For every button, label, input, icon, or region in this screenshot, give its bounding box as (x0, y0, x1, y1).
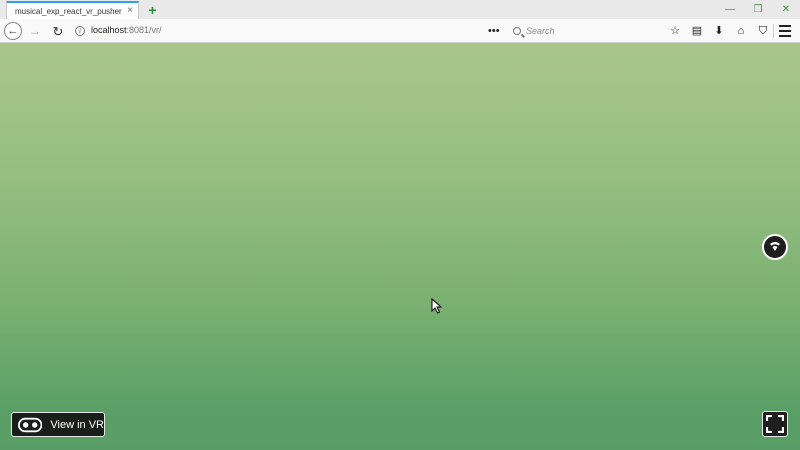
url-path: :8081/vr/ (126, 25, 162, 35)
tab-close-icon[interactable]: × (127, 6, 133, 16)
back-button[interactable]: ← (4, 22, 22, 40)
search-icon (513, 27, 521, 35)
browser-tab[interactable]: musical_exp_react_vr_pusher × (6, 1, 139, 19)
forward-button[interactable]: → (26, 22, 44, 40)
tab-strip: musical_exp_react_vr_pusher × + — ❐ ✕ (0, 0, 800, 19)
gaze-cursor-button[interactable] (762, 234, 788, 260)
url-host: localhost (91, 25, 127, 35)
downloads-icon[interactable]: ⬇ (708, 23, 730, 39)
new-tab-button[interactable]: + (145, 2, 160, 17)
view-in-vr-button[interactable]: View in VR (11, 412, 105, 437)
search-placeholder: Search (526, 26, 555, 36)
library-icon[interactable]: ▤ (686, 23, 708, 39)
toolbar-icons: ☆ ▤ ⬇ ⌂ ⛉ (664, 23, 774, 39)
tab-title: musical_exp_react_vr_pusher (15, 6, 122, 16)
site-info-icon[interactable]: i (75, 26, 85, 36)
close-window-button[interactable]: ✕ (772, 0, 800, 19)
window-controls: — ❐ ✕ (716, 0, 800, 19)
address-bar[interactable]: localhost:8081/vr/ (91, 25, 162, 35)
toolbar-divider (773, 24, 774, 38)
hamburger-menu-icon[interactable] (779, 25, 791, 37)
fullscreen-button[interactable] (762, 411, 788, 437)
navigation-bar: ← → ↻ i localhost:8081/vr/ ••• Search ☆ … (0, 19, 800, 43)
view-in-vr-label: View in VR (50, 418, 104, 431)
page-actions-button[interactable]: ••• (488, 23, 500, 39)
mouse-pointer-icon (431, 298, 443, 314)
search-input[interactable]: Search (507, 22, 654, 40)
reload-button[interactable]: ↻ (49, 22, 67, 40)
gaze-icon (770, 242, 780, 251)
home-icon[interactable]: ⌂ (730, 23, 752, 39)
minimize-button[interactable]: — (716, 0, 744, 19)
pocket-shield-icon[interactable]: ⛉ (752, 23, 774, 39)
fullscreen-icon (766, 415, 784, 433)
bookmark-star-icon[interactable]: ☆ (664, 23, 686, 39)
vr-headset-icon (18, 417, 43, 432)
vr-scene[interactable]: View in VR (0, 43, 800, 450)
restore-button[interactable]: ❐ (744, 0, 772, 19)
